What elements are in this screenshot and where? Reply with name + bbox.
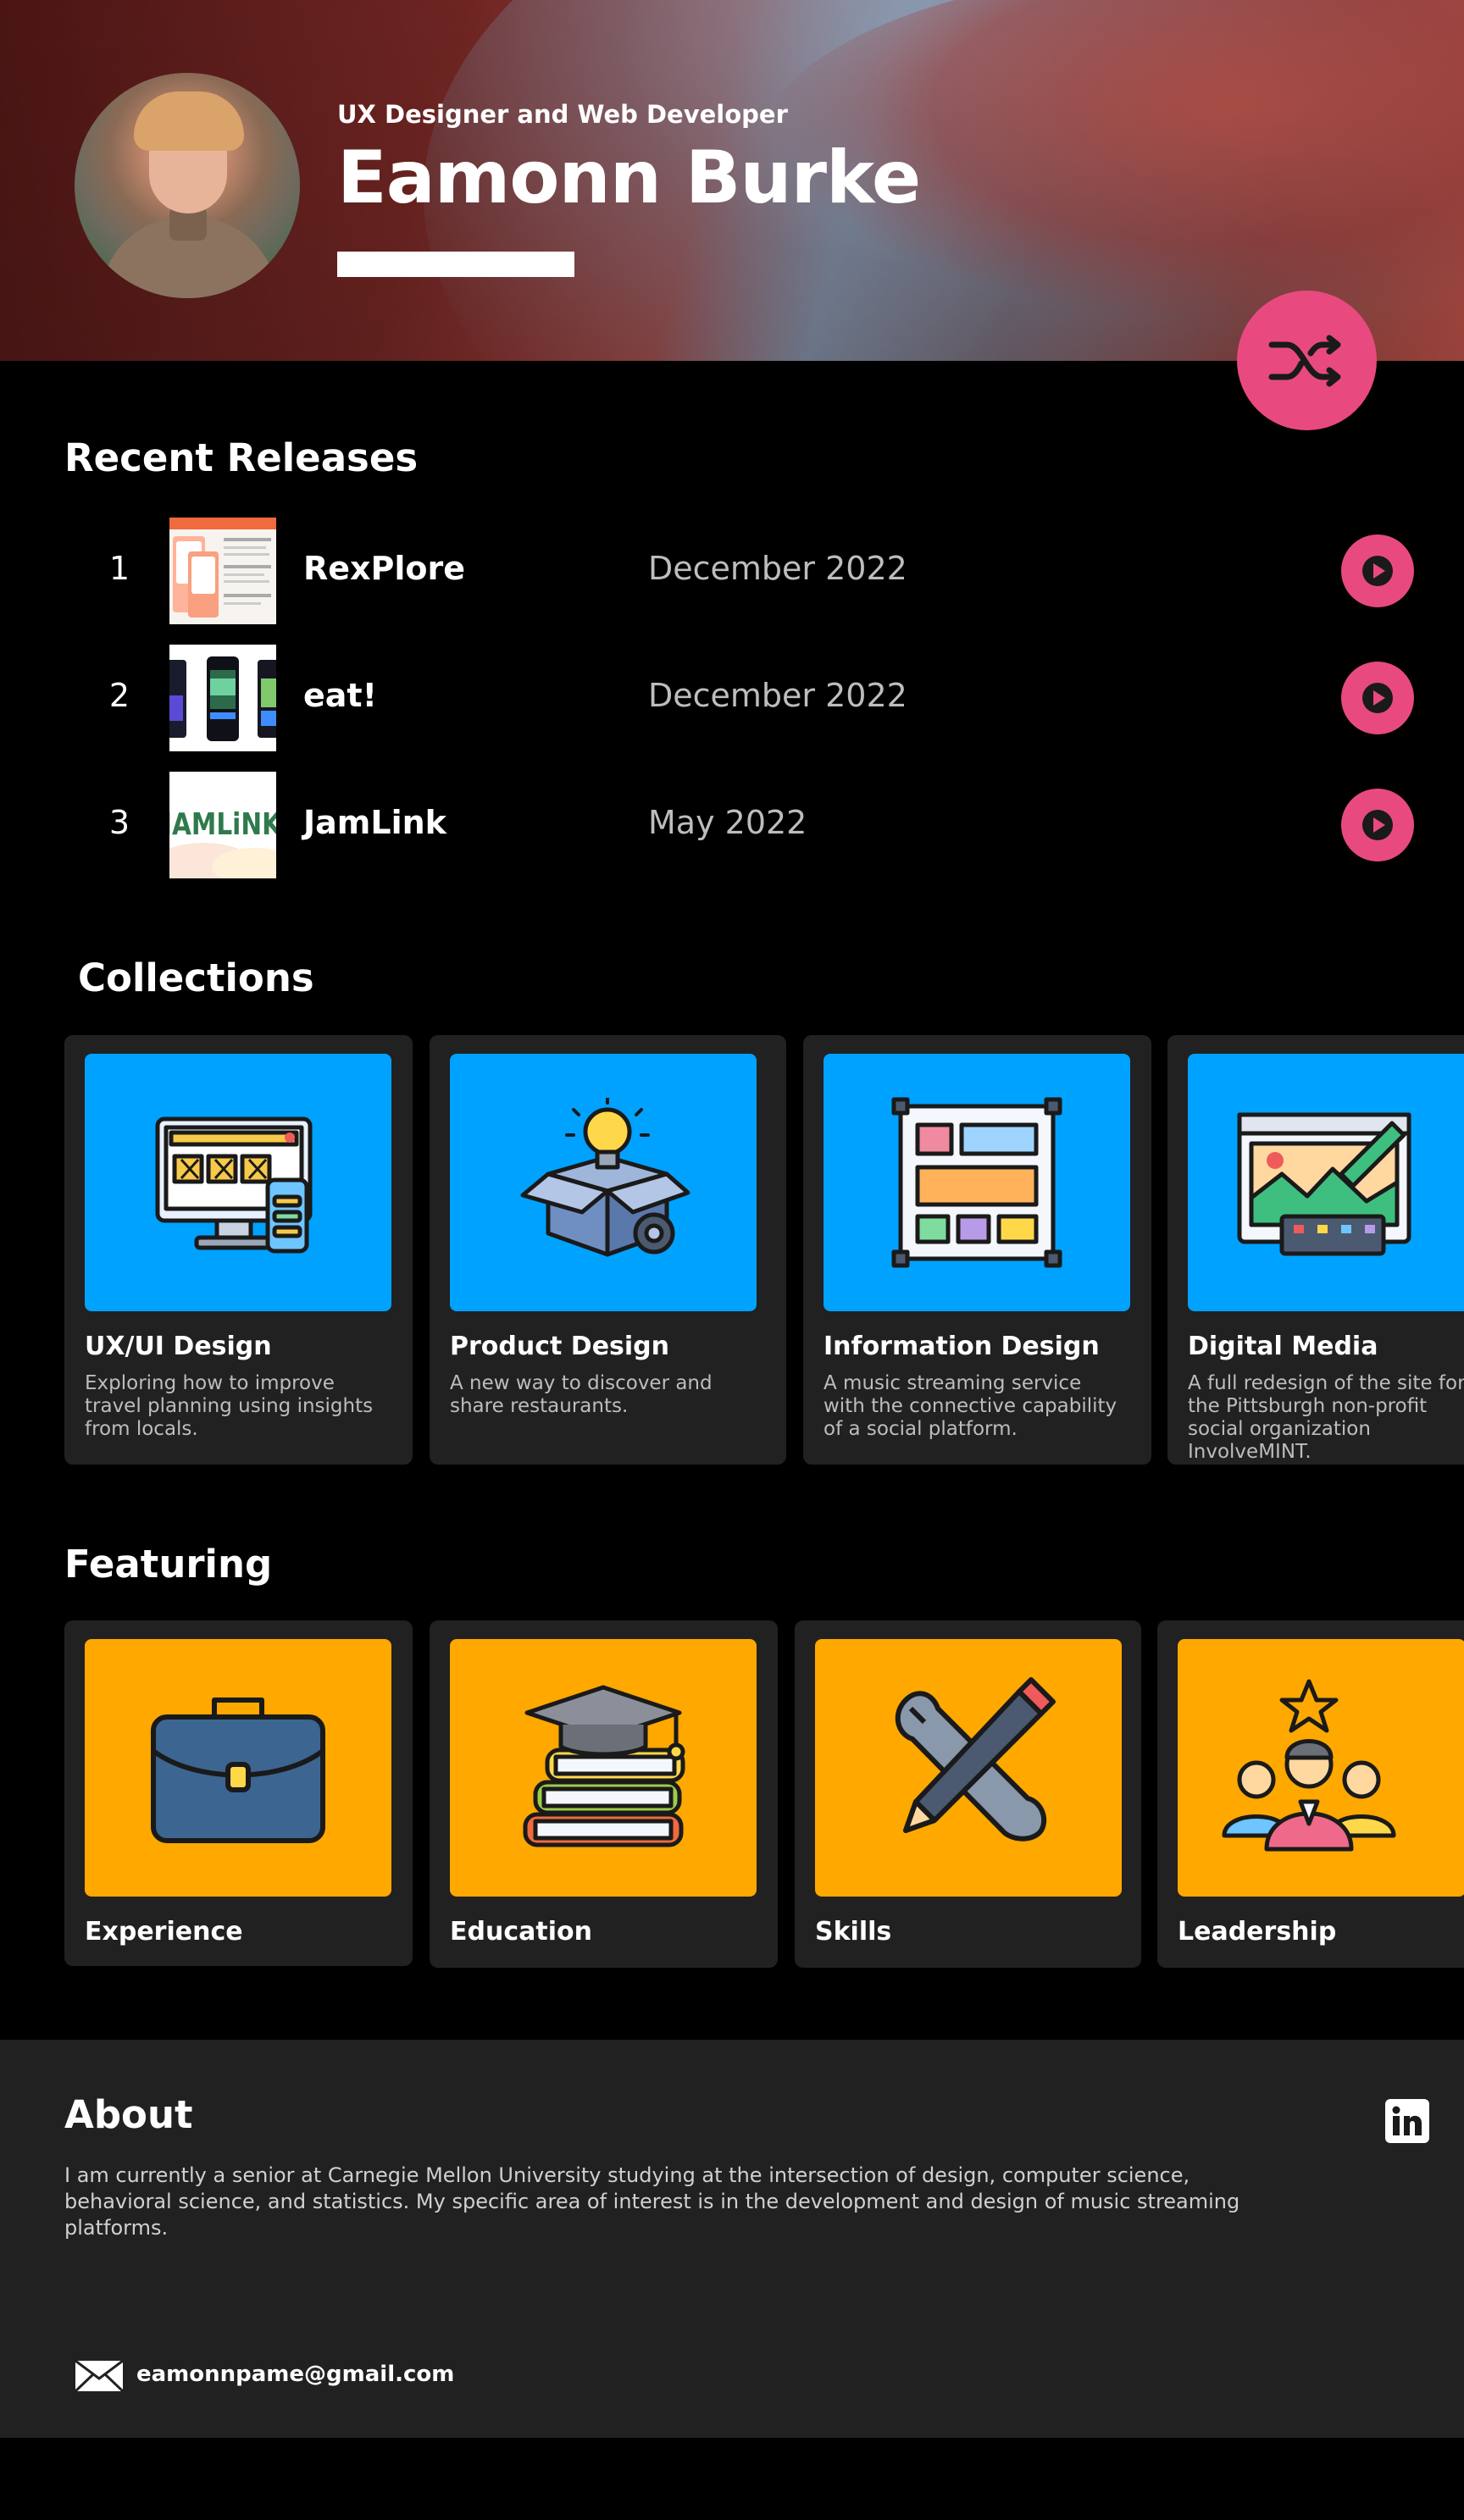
about-title: About: [64, 2092, 193, 2137]
feature-title: Experience: [85, 1917, 243, 1947]
release-thumbnail: [169, 645, 276, 751]
collection-title: Information Design: [824, 1332, 1100, 1361]
release-title[interactable]: RexPlore: [303, 550, 465, 587]
collection-title: Digital Media: [1188, 1332, 1378, 1361]
collection-card-information[interactable]: Information Design A music streaming ser…: [803, 1035, 1151, 1465]
profile-subtitle: UX Designer and Web Developer: [337, 100, 788, 129]
feature-card-education[interactable]: Education: [430, 1620, 778, 1968]
shuffle-button[interactable]: [1237, 291, 1377, 430]
feature-title: Leadership: [1178, 1917, 1337, 1947]
play-button[interactable]: [1341, 789, 1414, 861]
feature-title: Education: [450, 1917, 592, 1947]
collection-description: A music streaming service with the conne…: [824, 1372, 1117, 1440]
release-row[interactable]: 2 eat! December 2022: [0, 645, 1464, 751]
hero-banner: UX Designer and Web Developer Eamonn Bur…: [0, 0, 1464, 361]
leader-icon: [1222, 1679, 1396, 1852]
avatar: [75, 73, 300, 298]
play-button[interactable]: [1341, 534, 1414, 607]
linkedin-link[interactable]: [1385, 2099, 1429, 2143]
about-section: About I am currently a senior at Carnegi…: [0, 2040, 1464, 2438]
computer-phone-icon: [155, 1116, 313, 1254]
feature-card-skills[interactable]: Skills: [795, 1620, 1141, 1968]
mail-icon: [75, 2360, 124, 2392]
name-underline: [337, 252, 574, 277]
collection-description: Exploring how to improve travel planning…: [85, 1372, 374, 1440]
release-row[interactable]: 1 RexPlore December 2022: [0, 518, 1464, 624]
collection-card-digital-media[interactable]: Digital Media A full redesign of the sit…: [1167, 1035, 1464, 1465]
release-thumbnail: JAMLiNK: [169, 772, 276, 878]
collection-title: Product Design: [450, 1332, 670, 1361]
collection-card-ux-ui[interactable]: UX/UI Design Exploring how to improve tr…: [64, 1035, 413, 1465]
graduation-books-icon: [523, 1685, 685, 1847]
feature-title: Skills: [815, 1917, 892, 1947]
release-title[interactable]: JamLink: [303, 804, 446, 841]
collection-description: A full redesign of the site for the Pitt…: [1188, 1372, 1464, 1463]
shuffle-icon: [1268, 335, 1340, 386]
release-number: 1: [108, 550, 130, 587]
drawing-tablet-icon: [1237, 1112, 1411, 1256]
collection-title: UX/UI Design: [85, 1332, 272, 1361]
play-icon: [1362, 556, 1393, 586]
release-number: 2: [108, 677, 130, 714]
linkedin-icon: [1392, 2106, 1422, 2135]
collections-title: Collections: [78, 955, 314, 1000]
collection-card-product[interactable]: Product Design A new way to discover and…: [430, 1035, 786, 1465]
email-link[interactable]: eamonnpame@gmail.com: [136, 2362, 454, 2387]
play-icon: [1362, 810, 1393, 840]
release-number: 3: [108, 804, 130, 841]
release-date: December 2022: [648, 550, 907, 587]
profile-name: Eamonn Burke: [337, 136, 921, 220]
release-thumbnail: [169, 518, 276, 624]
collection-description: A new way to discover and share restaura…: [450, 1372, 713, 1417]
wireframe-icon: [891, 1097, 1062, 1268]
play-icon: [1362, 683, 1393, 713]
release-date: May 2022: [648, 804, 807, 841]
lightbulb-box-icon: [520, 1098, 690, 1257]
about-text: I am currently a senior at Carnegie Mell…: [64, 2163, 1240, 2240]
feature-card-experience[interactable]: Experience: [64, 1620, 413, 1966]
release-row[interactable]: 3 JAMLiNK JamLink May 2022: [0, 772, 1464, 878]
recent-releases-title: Recent Releases: [64, 435, 419, 480]
feature-card-leadership[interactable]: Leadership: [1157, 1620, 1464, 1968]
tools-icon: [895, 1677, 1056, 1842]
release-title[interactable]: eat!: [303, 677, 377, 714]
briefcase-icon: [151, 1698, 325, 1843]
release-date: December 2022: [648, 677, 907, 714]
play-button[interactable]: [1341, 662, 1414, 734]
featuring-title: Featuring: [64, 1542, 273, 1587]
